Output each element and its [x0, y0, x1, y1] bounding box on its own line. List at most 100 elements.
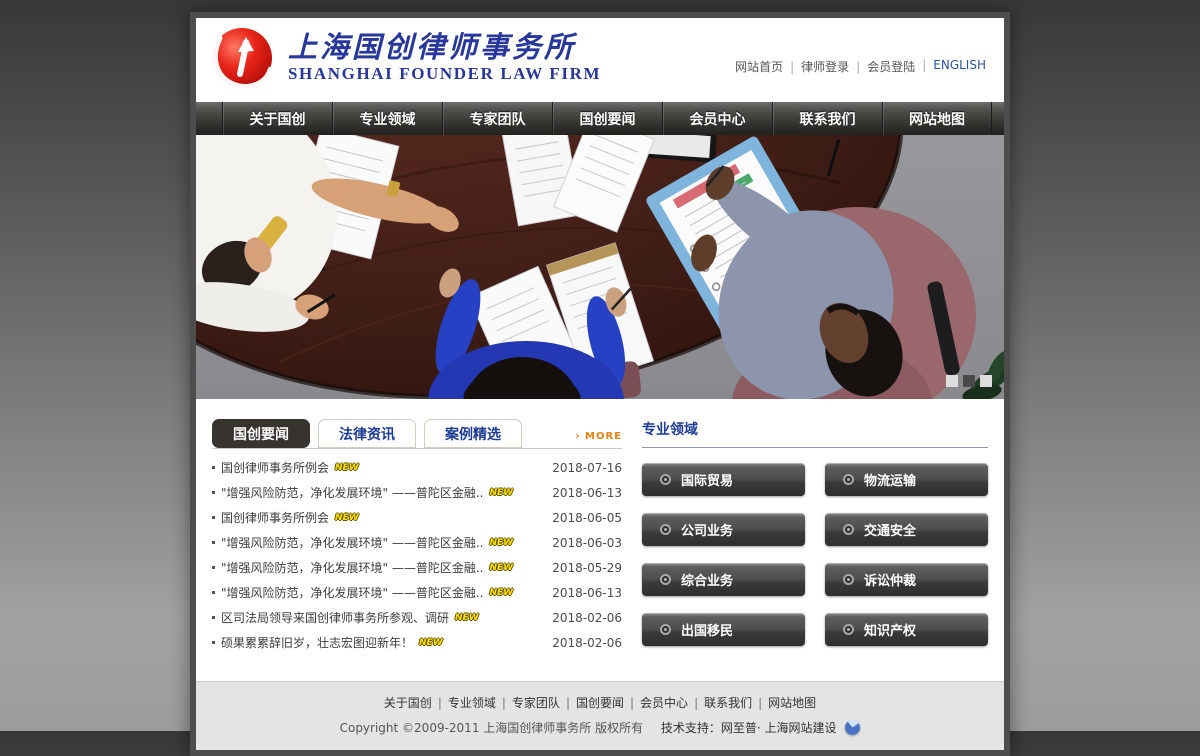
news-tab[interactable]: 法律资讯 — [318, 419, 416, 448]
slider-indicators — [946, 375, 992, 387]
slider-dot[interactable] — [980, 375, 992, 387]
news-title: 硕果累累辞旧岁，壮志宏图迎新年！ — [221, 634, 413, 651]
nav-item[interactable]: 网站地图 — [882, 102, 992, 135]
nav-item[interactable]: 国创要闻 — [552, 102, 662, 135]
bullet-icon — [212, 566, 215, 569]
new-badge: NEW — [489, 563, 513, 573]
news-tab[interactable]: 案例精选 — [424, 419, 522, 448]
nav-item[interactable]: 专家团队 — [442, 102, 552, 135]
news-item[interactable]: 硕果累累辞旧岁，壮志宏图迎新年！ NEW 2018-02-06 — [212, 630, 622, 655]
new-badge: NEW — [335, 463, 359, 473]
news-title: 区司法局领导来国创律师事务所参观、调研 — [221, 609, 449, 626]
target-icon — [843, 524, 854, 535]
news-item[interactable]: "增强风险防范，净化发展环境" ——普陀区金融.. NEW 2018-05-29 — [212, 555, 622, 580]
news-title: 国创律师事务所例会 — [221, 459, 329, 476]
footer-links: 关于国创专业领域专家团队国创要闻会员中心联系我们网站地图 — [196, 694, 1004, 711]
news-title: "增强风险防范，净化发展环境" ——普陀区金融.. — [221, 484, 483, 501]
news-title: "增强风险防范，净化发展环境" ——普陀区金融.. — [221, 584, 483, 601]
news-date: 2018-06-13 — [552, 486, 622, 500]
target-icon — [660, 574, 671, 585]
new-badge: NEW — [419, 638, 443, 648]
nav-item[interactable]: 会员中心 — [662, 102, 772, 135]
practice-label: 诉讼仲裁 — [864, 570, 916, 589]
footer-link[interactable]: 专家团队 — [496, 694, 560, 711]
new-badge: NEW — [489, 488, 513, 498]
footer-link[interactable]: 联系我们 — [688, 694, 752, 711]
news-date: 2018-02-06 — [552, 611, 622, 625]
practice-button[interactable]: 综合业务 — [642, 563, 805, 596]
practice-label: 物流运输 — [864, 470, 916, 489]
footer-link[interactable]: 专业领域 — [432, 694, 496, 711]
practice-button[interactable]: 知识产权 — [825, 613, 988, 646]
more-link[interactable]: › MORE — [575, 431, 622, 448]
news-date: 2018-06-13 — [552, 586, 622, 600]
support-link[interactable]: 技术支持：网至普· 上海网站建设 — [661, 721, 837, 735]
site-footer: 关于国创专业领域专家团队国创要闻会员中心联系我们网站地图 Copyright ©… — [196, 681, 1004, 750]
practice-button[interactable]: 公司业务 — [642, 513, 805, 546]
practice-button[interactable]: 诉讼仲裁 — [825, 563, 988, 596]
news-date: 2018-06-05 — [552, 511, 622, 525]
practice-button[interactable]: 国际贸易 — [642, 463, 805, 496]
news-item[interactable]: 区司法局领导来国创律师事务所参观、调研 NEW 2018-02-06 — [212, 605, 622, 630]
bullet-icon — [212, 466, 215, 469]
practice-label: 知识产权 — [864, 620, 916, 639]
site-header: 上海国创律师事务所 SHANGHAI FOUNDER LAW FIRM 网站首页… — [196, 18, 1004, 102]
footer-link[interactable]: 国创要闻 — [560, 694, 624, 711]
news-tab[interactable]: 国创要闻 — [212, 419, 310, 448]
news-list: 国创律师事务所例会 NEW 2018-07-16 "增强风险防范，净化发展环境"… — [212, 455, 622, 655]
news-item[interactable]: "增强风险防范，净化发展环境" ——普陀区金融.. NEW 2018-06-13 — [212, 580, 622, 605]
news-date: 2018-02-06 — [552, 636, 622, 650]
news-title: "增强风险防范，净化发展环境" ——普陀区金融.. — [221, 534, 483, 551]
main-content: 国创要闻法律资讯案例精选 › MORE 国创律师事务所例会 NEW 2018-0… — [196, 399, 1004, 681]
news-item[interactable]: 国创律师事务所例会 NEW 2018-06-05 — [212, 505, 622, 530]
footer-link[interactable]: 网站地图 — [752, 694, 816, 711]
logo-text: 上海国创律师事务所 SHANGHAI FOUNDER LAW FIRM — [288, 32, 601, 84]
news-item[interactable]: "增强风险防范，净化发展环境" ——普陀区金融.. NEW 2018-06-13 — [212, 480, 622, 505]
top-links: 网站首页律师登录会员登陆ENGLISH — [735, 58, 986, 75]
top-link[interactable]: 网站首页 — [735, 58, 783, 75]
news-date: 2018-07-16 — [552, 461, 622, 475]
site-container: 上海国创律师事务所 SHANGHAI FOUNDER LAW FIRM 网站首页… — [190, 12, 1010, 756]
footer-link[interactable]: 会员中心 — [624, 694, 688, 711]
new-badge: NEW — [335, 513, 359, 523]
bullet-icon — [212, 491, 215, 494]
practice-label: 出国移民 — [681, 620, 733, 639]
practice-button[interactable]: 物流运输 — [825, 463, 988, 496]
target-icon — [660, 624, 671, 635]
hero-slider — [196, 135, 1004, 399]
hero-photo — [196, 135, 1004, 399]
news-title: 国创律师事务所例会 — [221, 509, 329, 526]
news-item[interactable]: 国创律师事务所例会 NEW 2018-07-16 — [212, 455, 622, 480]
news-date: 2018-05-29 — [552, 561, 622, 575]
practice-column: 专业领域 国际贸易 物流运输 公司业务 — [642, 419, 988, 655]
top-link[interactable]: ENGLISH — [915, 58, 986, 75]
top-link[interactable]: 律师登录 — [783, 58, 849, 75]
nav-item[interactable]: 关于国创 — [222, 102, 332, 135]
top-link[interactable]: 会员登陆 — [849, 58, 915, 75]
nav-item[interactable]: 联系我们 — [772, 102, 882, 135]
copyright-line: Copyright ©2009-2011 上海国创律师事务所 版权所有 技术支持… — [196, 719, 1004, 736]
logo-globe-icon — [210, 26, 274, 90]
target-icon — [843, 474, 854, 485]
bullet-icon — [212, 516, 215, 519]
practice-grid: 国际贸易 物流运输 公司业务 交通安全 — [642, 463, 988, 646]
main-nav: 关于国创专业领域专家团队国创要闻会员中心联系我们网站地图 — [196, 102, 1004, 135]
footer-link[interactable]: 关于国创 — [384, 694, 432, 711]
practice-button[interactable]: 交通安全 — [825, 513, 988, 546]
slider-dot[interactable] — [946, 375, 958, 387]
news-date: 2018-06-03 — [552, 536, 622, 550]
logo-title-en: SHANGHAI FOUNDER LAW FIRM — [288, 64, 601, 84]
target-icon — [843, 624, 854, 635]
pie-logo-icon — [845, 720, 860, 735]
news-tabs: 国创要闻法律资讯案例精选 — [212, 419, 522, 448]
practice-button[interactable]: 出国移民 — [642, 613, 805, 646]
slider-dot[interactable] — [963, 375, 975, 387]
news-title: "增强风险防范，净化发展环境" ——普陀区金融.. — [221, 559, 483, 576]
news-item[interactable]: "增强风险防范，净化发展环境" ——普陀区金融.. NEW 2018-06-03 — [212, 530, 622, 555]
copyright-text: Copyright ©2009-2011 上海国创律师事务所 版权所有 — [340, 721, 644, 735]
new-badge: NEW — [489, 538, 513, 548]
logo-title-cn: 上海国创律师事务所 — [288, 32, 601, 64]
new-badge: NEW — [489, 588, 513, 598]
bullet-icon — [212, 616, 215, 619]
nav-item[interactable]: 专业领域 — [332, 102, 442, 135]
